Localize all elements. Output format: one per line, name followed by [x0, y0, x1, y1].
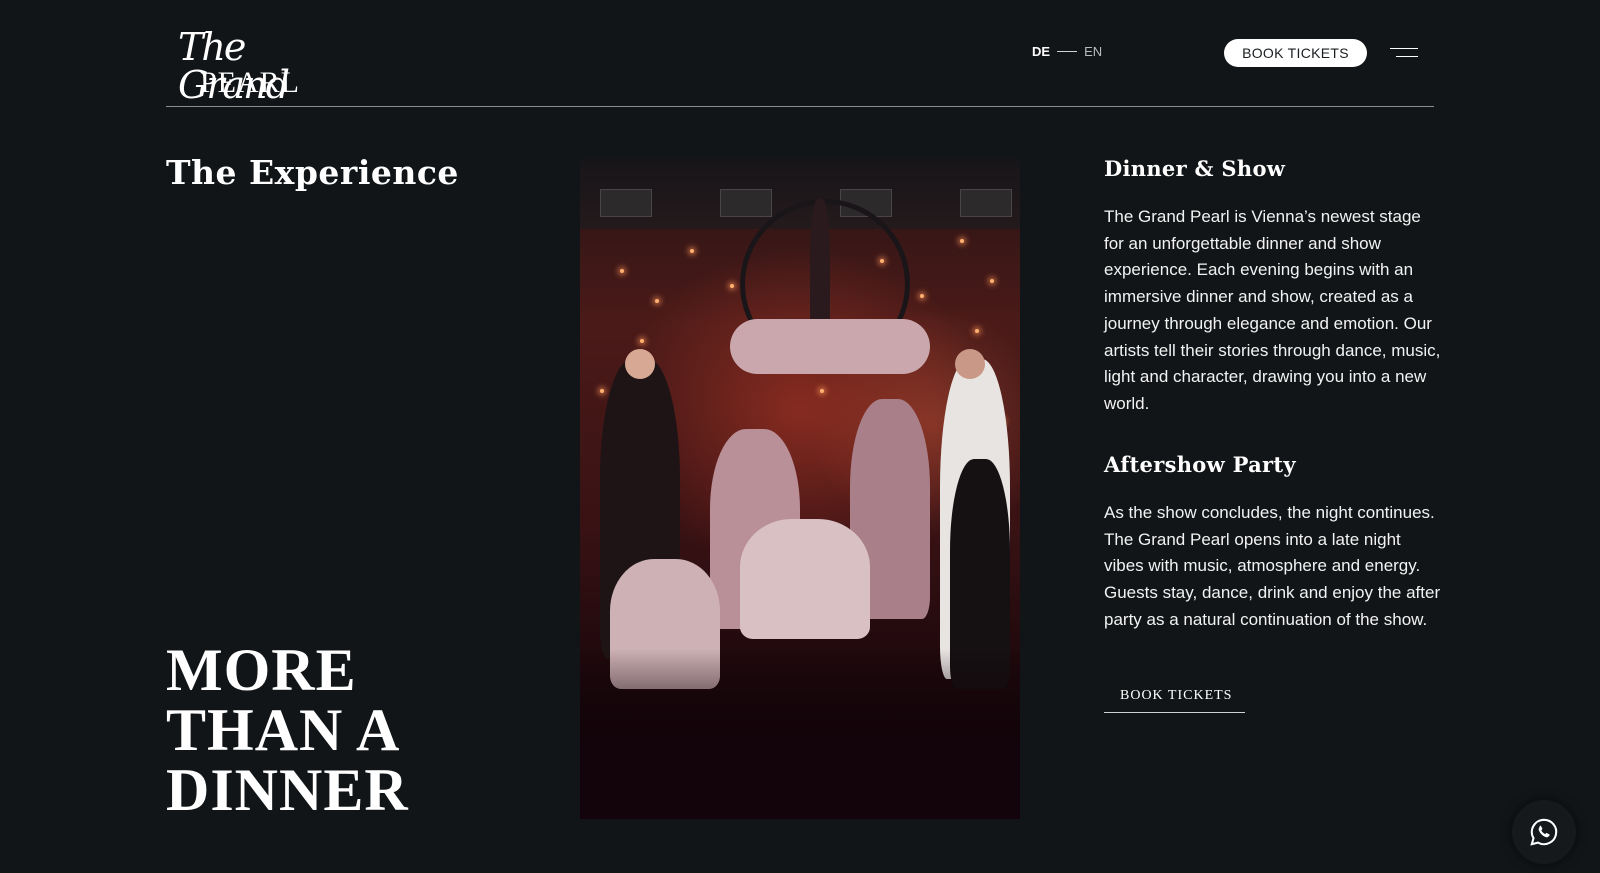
string-light: [600, 389, 604, 393]
section-heading-aftershow: Aftershow Party: [1104, 452, 1296, 477]
section-body-dinner-show: The Grand Pearl is Vienna’s newest stage…: [1104, 207, 1441, 413]
stage-light-fixture: [600, 189, 652, 217]
string-light: [655, 299, 659, 303]
hero-title: MORE THAN A DINNER: [166, 640, 409, 820]
string-light: [920, 294, 924, 298]
whatsapp-button[interactable]: [1512, 800, 1576, 864]
hero-title-line: MORE: [166, 637, 357, 703]
experience-title: The Experience: [166, 153, 459, 192]
performer-head: [625, 349, 655, 379]
dancer-reclining: [740, 519, 870, 639]
hamburger-icon[interactable]: [1390, 46, 1420, 60]
string-light: [960, 239, 964, 243]
logo[interactable]: The Grand PEARL: [176, 28, 316, 104]
performer-head: [955, 349, 985, 379]
string-light: [820, 389, 824, 393]
book-tickets-link[interactable]: BOOK TICKETS: [1104, 680, 1245, 713]
lang-en[interactable]: EN: [1084, 44, 1102, 59]
hero-title-line: DINNER: [166, 757, 409, 823]
stage-light-fixture: [720, 189, 772, 217]
language-switcher: DE EN: [1032, 44, 1102, 59]
string-light: [640, 339, 644, 343]
stage-floor: [580, 649, 1020, 819]
string-light: [730, 284, 734, 288]
menu-line: [1390, 48, 1418, 49]
hero-title-line: THAN A: [166, 697, 401, 763]
menu-line: [1396, 56, 1418, 57]
site-header: The Grand PEARL DE EN BOOK TICKETS: [166, 0, 1434, 107]
string-light: [880, 259, 884, 263]
section-heading-dinner-show: Dinner & Show: [1104, 156, 1286, 181]
string-light: [690, 249, 694, 253]
stage-light-fixture: [960, 189, 1012, 217]
book-tickets-button[interactable]: BOOK TICKETS: [1224, 39, 1367, 67]
performers-photo: [580, 159, 1020, 819]
lang-divider: [1057, 51, 1078, 52]
string-light: [620, 269, 624, 273]
logo-caps: PEARL: [200, 66, 301, 99]
section-body-aftershow: As the show concludes, the night continu…: [1104, 503, 1441, 629]
whatsapp-icon: [1530, 818, 1558, 846]
string-light: [990, 279, 994, 283]
lang-de[interactable]: DE: [1032, 44, 1050, 59]
string-light: [975, 329, 979, 333]
aerialist: [730, 319, 930, 374]
